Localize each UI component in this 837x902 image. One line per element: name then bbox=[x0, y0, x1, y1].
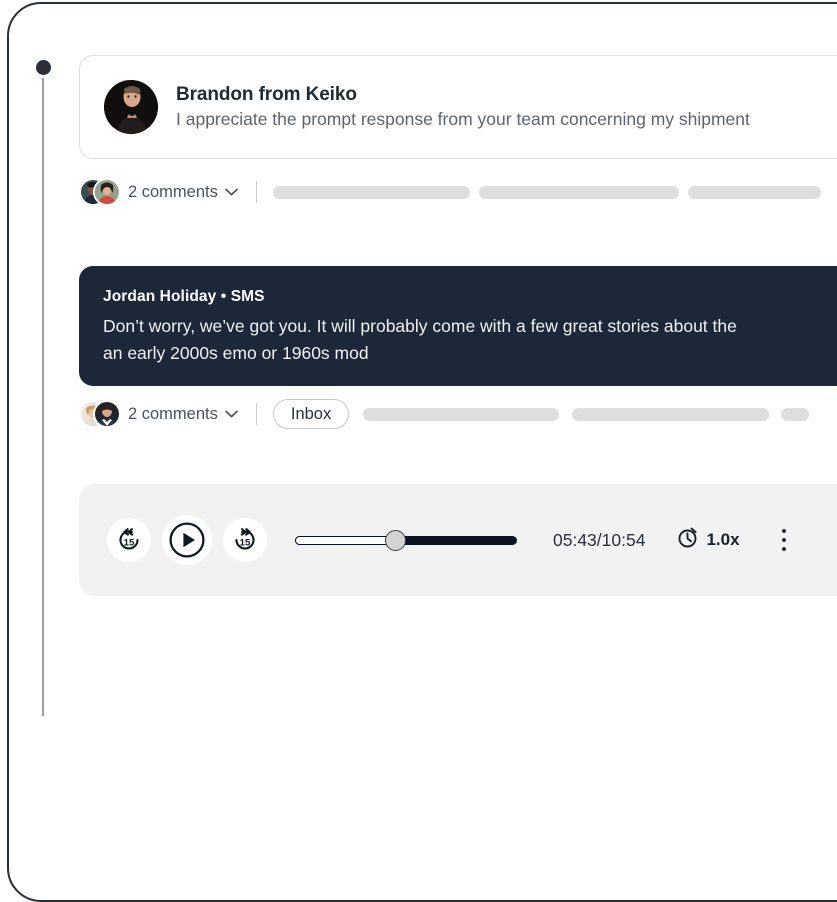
message-body: Brandon from Keiko I appreciate the prom… bbox=[176, 84, 837, 130]
commenter-avatar-stack[interactable] bbox=[79, 399, 122, 429]
kebab-dot bbox=[781, 547, 786, 551]
skeleton-pill bbox=[572, 407, 770, 421]
sms-message-card[interactable]: Jordan Holiday • SMS Don’t worry, we’ve … bbox=[79, 266, 837, 386]
chevron-down-icon[interactable] bbox=[225, 410, 238, 418]
avatar bbox=[93, 178, 121, 206]
message-card[interactable]: Brandon from Keiko I appreciate the prom… bbox=[79, 55, 837, 159]
meta-divider bbox=[255, 181, 257, 203]
playback-speed-label: 1.0x bbox=[706, 530, 740, 549]
kebab-dot bbox=[781, 529, 786, 533]
avatar bbox=[93, 400, 121, 428]
chevron-down-icon[interactable] bbox=[225, 188, 238, 196]
progress-elapsed bbox=[295, 536, 395, 545]
playback-time: 05:43/10:54 bbox=[553, 529, 646, 550]
skeleton-pill bbox=[363, 407, 560, 421]
playback-speed-control[interactable]: 1.0x bbox=[677, 527, 740, 553]
timeline-node-dot bbox=[36, 60, 51, 75]
message-author: Brandon from Keiko bbox=[176, 84, 357, 105]
skeleton-pill bbox=[272, 185, 470, 199]
svg-text:15: 15 bbox=[124, 537, 135, 548]
svg-text:15: 15 bbox=[240, 537, 251, 548]
playback-progress-slider[interactable] bbox=[295, 530, 517, 551]
audio-player: 15 15 05:43/10:54 1.0x bbox=[79, 484, 837, 596]
skeleton-pill bbox=[781, 407, 810, 421]
message-preview: I appreciate the prompt response from yo… bbox=[176, 109, 750, 129]
play-button[interactable] bbox=[162, 515, 212, 565]
sms-text-line-1: Don’t worry, we’ve got you. It will prob… bbox=[103, 316, 737, 336]
commenter-avatar-stack[interactable] bbox=[79, 177, 122, 207]
skeleton-pill bbox=[687, 185, 821, 199]
skeleton-pill bbox=[478, 185, 679, 199]
avatar bbox=[104, 80, 158, 134]
stopwatch-icon bbox=[677, 527, 698, 553]
comments-count-label[interactable]: 2 comments bbox=[128, 183, 218, 202]
comments-count-label[interactable]: 2 comments bbox=[128, 405, 218, 424]
sms-author-line: Jordan Holiday • SMS bbox=[103, 288, 265, 305]
kebab-menu-icon[interactable] bbox=[781, 529, 786, 551]
rewind-15-icon[interactable]: 15 bbox=[107, 518, 151, 562]
meta-divider bbox=[255, 403, 257, 425]
timeline-rail bbox=[42, 78, 44, 716]
kebab-dot bbox=[781, 538, 786, 542]
progress-thumb[interactable] bbox=[384, 530, 406, 551]
meta-row-1: 2 comments bbox=[79, 176, 837, 208]
sms-text-line-2: an early 2000s emo or 1960s mod bbox=[103, 343, 369, 363]
inbox-tag[interactable]: Inbox bbox=[272, 399, 350, 429]
forward-15-icon[interactable]: 15 bbox=[223, 518, 267, 562]
meta-row-2: 2 comments Inbox bbox=[79, 398, 837, 430]
